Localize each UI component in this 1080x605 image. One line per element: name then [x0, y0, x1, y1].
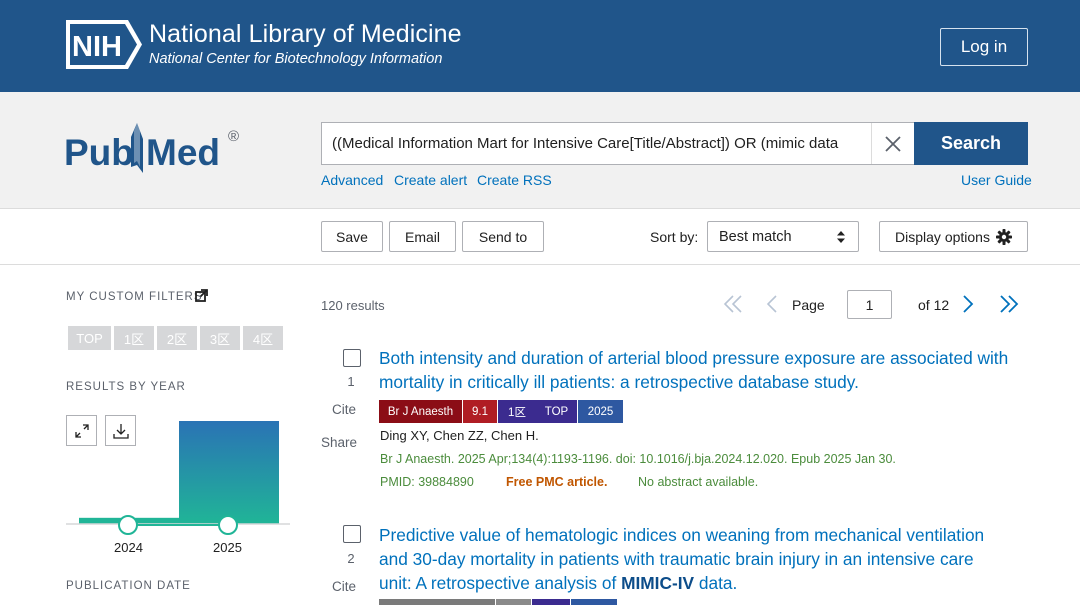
filter-zone-3[interactable]: 3区	[200, 326, 240, 350]
filter-top[interactable]: TOP	[68, 326, 111, 350]
free-pmc-label-1: Free PMC article.	[506, 475, 608, 489]
result-title-2[interactable]: Predictive value of hematologic indices …	[379, 523, 1009, 595]
display-options-label: Display options	[895, 228, 990, 245]
range-slider-end[interactable]	[218, 515, 238, 535]
filter-zone-4[interactable]: 4区	[243, 326, 283, 350]
share-button-1[interactable]: Share	[321, 435, 357, 450]
save-button[interactable]: Save	[321, 221, 383, 252]
clear-search-button[interactable]	[871, 123, 914, 164]
pubmed-registered-mark: ®	[228, 128, 239, 145]
page-total: of 12	[918, 297, 950, 313]
result-title-2-highlight: MIMIC-IV	[621, 573, 695, 593]
result-title-1[interactable]: Both intensity and duration of arterial …	[379, 346, 1009, 394]
external-link-icon[interactable]	[195, 289, 208, 302]
result-pmid-1: PMID: 39884890	[380, 475, 474, 489]
pubmed-logo[interactable]: Pub Med ®	[64, 117, 244, 179]
publication-date-heading: PUBLICATION DATE	[66, 580, 191, 592]
toolbar-divider	[0, 264, 1080, 265]
top-badge-1: TOP	[536, 400, 577, 423]
advanced-link[interactable]: Advanced	[321, 172, 383, 188]
zone-badge-1: 1区	[498, 400, 536, 423]
send-to-button[interactable]: Send to	[462, 221, 544, 252]
result-title-2-part2: data.	[694, 573, 738, 593]
nih-logo-text: NIH	[72, 31, 122, 63]
result-checkbox-2[interactable]	[343, 525, 361, 543]
login-button[interactable]: Log in	[940, 28, 1028, 66]
prev-page-icon[interactable]	[765, 294, 779, 314]
email-button[interactable]: Email	[389, 221, 456, 252]
journal-badge-1: Br J Anaesth	[379, 400, 462, 423]
sort-value: Best match	[719, 228, 792, 245]
filter-zone-2[interactable]: 2区	[157, 326, 197, 350]
year-bar-2025	[179, 421, 279, 524]
result-count: 120 results	[321, 298, 385, 313]
year-label-2025: 2025	[213, 540, 242, 555]
create-rss-link[interactable]: Create RSS	[477, 172, 552, 188]
custom-filters-heading: MY CUSTOM FILTERS	[66, 291, 203, 303]
user-guide-link[interactable]: User Guide	[961, 172, 1032, 188]
results-by-year-chart	[66, 421, 290, 535]
search-button[interactable]: Search	[914, 122, 1028, 165]
impact-badge-1: 9.1	[463, 400, 497, 423]
zone-badge-2	[532, 599, 570, 605]
year-badge-1: 2025	[578, 400, 623, 423]
result-checkbox-1[interactable]	[343, 349, 361, 367]
sort-select[interactable]: Best match	[707, 221, 859, 252]
result-number-1: 1	[347, 374, 355, 389]
search-input[interactable]	[332, 123, 862, 164]
cite-button-2[interactable]: Cite	[332, 579, 356, 594]
impact-badge-2	[496, 599, 531, 605]
range-slider-start[interactable]	[118, 515, 138, 535]
filter-zone-1[interactable]: 1区	[114, 326, 154, 350]
results-by-year-heading: RESULTS BY YEAR	[66, 381, 186, 393]
sort-by-label: Sort by:	[650, 229, 699, 245]
search-box	[321, 122, 914, 165]
page-number-input[interactable]: 1	[847, 290, 892, 319]
year-badge-2	[571, 599, 617, 605]
cite-button-1[interactable]: Cite	[332, 402, 356, 417]
abstract-note-1: No abstract available.	[638, 475, 759, 489]
result-citation-1: Br J Anaesth. 2025 Apr;134(4):1193-1196.…	[380, 452, 896, 466]
first-page-icon[interactable]	[723, 294, 743, 314]
next-page-icon[interactable]	[961, 294, 975, 314]
close-icon	[885, 135, 901, 152]
pubmed-logo-text-left: Pub	[64, 132, 134, 173]
display-options-button[interactable]: Display options	[879, 221, 1028, 252]
nlm-title: National Library of Medicine	[149, 20, 462, 48]
page-label: Page	[792, 297, 825, 313]
gear-icon	[995, 228, 1012, 245]
nih-logo[interactable]: NIH	[66, 20, 142, 69]
create-alert-link[interactable]: Create alert	[394, 172, 467, 188]
year-label-2024: 2024	[114, 540, 143, 555]
result-number-2: 2	[347, 551, 355, 566]
pubmed-logo-text-right: Med	[146, 132, 220, 173]
sort-arrows-icon	[837, 231, 845, 243]
journal-badge-2	[379, 599, 495, 605]
last-page-icon[interactable]	[999, 294, 1019, 314]
result-authors-1: Ding XY, Chen ZZ, Chen H.	[380, 428, 539, 443]
ncbi-subtitle: National Center for Biotechnology Inform…	[149, 51, 443, 67]
